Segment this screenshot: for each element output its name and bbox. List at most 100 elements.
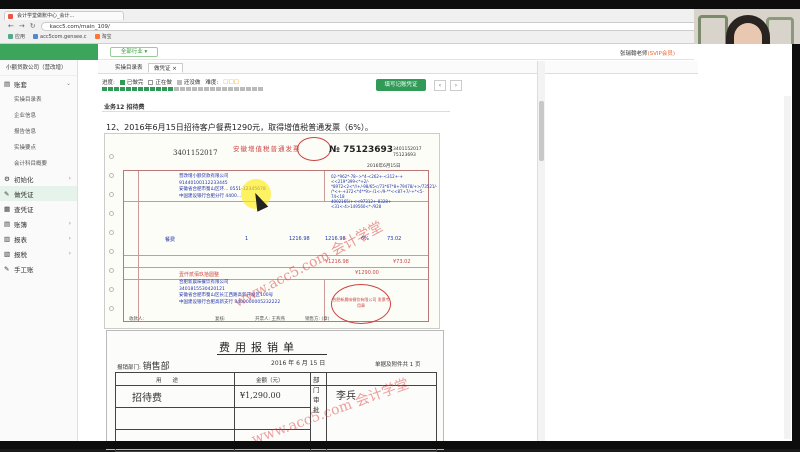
bookmark-taobao[interactable]: 淘宝 <box>94 33 112 40</box>
progress-segment <box>138 87 143 91</box>
url-input[interactable]: kacc5.com/main_109/ <box>40 21 698 31</box>
progress-segment <box>258 87 263 91</box>
reload-icon[interactable]: ↻ <box>30 22 36 30</box>
sidebar-item-reports[interactable]: ▥ 报表 › <box>0 231 77 246</box>
progress-segment <box>120 87 125 91</box>
invoice-title: 安徽增值税普通发票 <box>233 145 301 153</box>
bookmark-apps[interactable]: 应用 <box>8 33 25 40</box>
user-info[interactable]: 张瑞翰老师(SVIP会员) <box>620 49 675 57</box>
sidebar-item-catalog[interactable]: 实操目录表 <box>0 91 77 107</box>
chart-icon: ▥ <box>4 235 11 243</box>
legend-todo: 还没做 <box>176 78 200 86</box>
question-text: 12、2016年6月15日招待客户餐费1290元，取得增值税普通发票（6%）。 <box>106 123 373 132</box>
progress-segment <box>240 87 245 91</box>
progress-label: 进度: <box>102 80 115 86</box>
tab-make-voucher[interactable]: 做凭证 × <box>148 63 183 73</box>
sidebar-item-key-points[interactable]: 实操要点 <box>0 139 77 155</box>
chevron-right-icon: › <box>68 175 71 182</box>
progress-segment <box>252 87 257 91</box>
legend-swatch <box>176 79 182 85</box>
content-scrollbar[interactable] <box>537 61 545 449</box>
sidebar-item-company-info[interactable]: 企业信息 <box>0 107 77 123</box>
company-name: 小额贷款公司（营改增） <box>0 60 77 76</box>
chevron-right-icon: › <box>68 235 71 242</box>
legend-swatch <box>148 79 154 85</box>
difficulty-stars-icon: □□□ <box>223 79 239 85</box>
bookmark-gensee[interactable]: acc5com.gensee.c <box>33 34 87 40</box>
browser-tab[interactable]: 会计学堂做账中心_会计... <box>4 11 124 20</box>
chevron-right-icon: › <box>68 220 71 227</box>
divider <box>102 111 450 112</box>
progress-segment <box>210 87 215 91</box>
sidebar-item-make-voucher[interactable]: ✎ 做凭证 <box>0 186 77 201</box>
site-favicon-icon <box>8 14 13 19</box>
app-logo-area <box>0 44 98 60</box>
item-name: 餐费 <box>165 237 176 243</box>
progress-segment <box>108 87 113 91</box>
right-blank-panel <box>546 74 698 449</box>
progress-segment <box>168 87 173 91</box>
progress-segment <box>102 87 107 91</box>
book-icon: ▤ <box>4 220 11 228</box>
close-icon[interactable]: × <box>172 66 177 72</box>
progress-segment <box>222 87 227 91</box>
expense-date: 2016 年 6 月 15 日 <box>271 360 326 367</box>
prev-button[interactable]: ‹ <box>434 80 446 91</box>
progress-segment <box>174 87 179 91</box>
tab-catalog[interactable]: 实操目录表 <box>110 63 148 73</box>
sidebar-item-view-voucher[interactable]: ▦ 查凭证 <box>0 201 77 216</box>
scrollbar-thumb[interactable] <box>539 101 544 161</box>
expense-attachments: 单据及附件共 1 页 <box>375 362 421 368</box>
sidebar-item-tax[interactable]: ▧ 报税 › <box>0 246 77 261</box>
teacher-name: 张瑞翰老师 <box>620 51 648 57</box>
cipher-area: 02-*962*-78-->*4-<262+-<312+-+<<219*399<… <box>331 174 438 209</box>
progress-segment <box>132 87 137 91</box>
forward-icon[interactable]: → <box>19 22 25 30</box>
chevron-down-icon: ⌄ <box>65 80 71 87</box>
legend-swatch <box>119 79 125 85</box>
next-button[interactable]: › <box>450 80 462 91</box>
main-content: 实操目录表 做凭证 × 进度: 已做完 正在做 还没做 难度: □□□ 填写记账… <box>98 61 800 452</box>
col-amount: 金额（元） <box>256 378 284 384</box>
drawer-label: 开票人: 王燕燕 <box>255 317 285 322</box>
binder-rings <box>107 154 117 324</box>
sidebar-item-ledger[interactable]: ▤ 账簿 › <box>0 216 77 231</box>
invoice-image: 3401152017 安徽增值税普通发票 № 75123693 34011520… <box>104 133 440 329</box>
progress-legend: 进度: 已做完 正在做 还没做 难度: □□□ <box>102 78 239 86</box>
seller-seal-label: 销售方: (章) <box>305 317 330 322</box>
enter-voucher-button[interactable]: 填写记账凭证 <box>376 79 426 91</box>
bookmarks-bar: 应用 acc5com.gensee.c 淘宝 <box>8 33 112 40</box>
progress-segment <box>150 87 155 91</box>
sidebar-item-manual[interactable]: ✎ 手工账 <box>0 261 77 276</box>
progress-segment <box>228 87 233 91</box>
expense-form-image: 费用报销单 报销部门: 销售部 2016 年 6 月 15 日 单据及附件共 1… <box>106 330 444 452</box>
progress-segment <box>126 87 131 91</box>
item-tax: 73.02 <box>387 236 402 242</box>
item-price: 1216.98 <box>289 236 310 242</box>
amount-value: ¥1,290.00 <box>240 391 281 400</box>
progress-segment <box>186 87 191 91</box>
progress-segment <box>216 87 221 91</box>
progress-segment <box>162 87 167 91</box>
progress-segment <box>234 87 239 91</box>
pen-icon: ✎ <box>4 190 10 198</box>
sidebar-item-account[interactable]: ▤ 账套 ⌄ <box>0 76 77 91</box>
page-icon <box>33 34 39 39</box>
progress-segment <box>204 87 209 91</box>
sidebar-item-subjects[interactable]: 会计科目概要 <box>0 155 77 171</box>
sidebar-item-report-info[interactable]: 报告信息 <box>0 123 77 139</box>
col-purpose: 用 途 <box>156 378 179 384</box>
expense-dept: 报销部门: 销售部 <box>117 362 170 372</box>
item-qty: 1 <box>245 236 249 242</box>
progress-segment <box>156 87 161 91</box>
gear-icon: ⚙ <box>4 175 10 183</box>
progress-segment <box>144 87 149 91</box>
industry-dropdown[interactable]: 全部行业 ▾ <box>110 47 158 57</box>
progress-segment <box>192 87 197 91</box>
back-icon[interactable]: ← <box>8 22 14 30</box>
page-scrollbar[interactable] <box>784 96 791 439</box>
invoice-number: № 75123693 <box>329 145 394 155</box>
page-icon <box>94 34 100 39</box>
sidebar-item-init[interactable]: ⚙ 初始化 › <box>0 171 77 186</box>
progress-bar <box>102 87 263 91</box>
